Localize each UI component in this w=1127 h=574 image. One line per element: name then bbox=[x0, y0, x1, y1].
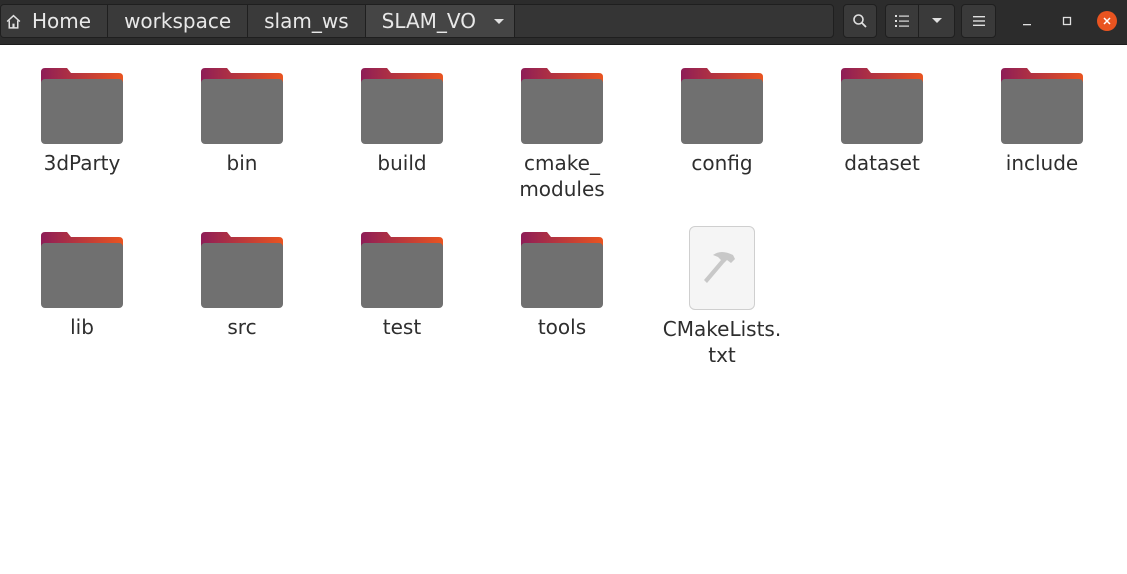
minimize-icon bbox=[1023, 24, 1031, 26]
grid-item-cmake-modules[interactable]: cmake_ modules bbox=[482, 66, 642, 202]
search-icon bbox=[853, 14, 867, 28]
hamburger-menu-icon bbox=[972, 16, 985, 26]
folder-icon bbox=[201, 232, 283, 308]
grid-item-label: 3dParty bbox=[43, 151, 121, 175]
view-toggle-button[interactable] bbox=[885, 4, 919, 38]
folder-icon bbox=[1001, 68, 1083, 144]
minimize-button[interactable] bbox=[1017, 11, 1037, 31]
close-icon bbox=[1103, 17, 1111, 25]
folder-icon bbox=[41, 232, 123, 308]
grid-item-3dparty[interactable]: 3dParty bbox=[2, 66, 162, 176]
grid-item-cmakelists[interactable]: CMakeLists. txt bbox=[642, 226, 802, 368]
grid-item-label: bin bbox=[226, 151, 258, 175]
grid-item-tools[interactable]: tools bbox=[482, 230, 642, 340]
folder-icon bbox=[41, 68, 123, 144]
home-icon bbox=[6, 14, 21, 29]
folder-icon bbox=[681, 68, 763, 144]
main-menu-button[interactable] bbox=[961, 4, 996, 38]
grid-item-label: test bbox=[382, 315, 422, 339]
grid-item-build[interactable]: build bbox=[322, 66, 482, 176]
search-button[interactable] bbox=[843, 4, 877, 38]
grid-item-label: lib bbox=[70, 315, 94, 339]
grid-item-config[interactable]: config bbox=[642, 66, 802, 176]
breadcrumb-workspace-label: workspace bbox=[124, 9, 232, 33]
folder-icon bbox=[201, 68, 283, 144]
breadcrumb-slam-vo-label: SLAM_VO bbox=[381, 9, 476, 33]
close-button[interactable] bbox=[1097, 11, 1117, 31]
grid-item-test[interactable]: test bbox=[322, 230, 482, 340]
maximize-button[interactable] bbox=[1057, 11, 1077, 31]
grid-item-label: dataset bbox=[844, 151, 920, 175]
grid-item-dataset[interactable]: dataset bbox=[802, 66, 962, 176]
chevron-down-icon[interactable] bbox=[493, 18, 504, 24]
grid-item-label: tools bbox=[537, 315, 587, 339]
breadcrumb-slam-ws[interactable]: slam_ws bbox=[248, 5, 366, 37]
grid-item-label: cmake_ modules bbox=[519, 151, 605, 201]
grid-item-lib[interactable]: lib bbox=[2, 230, 162, 340]
folder-icon bbox=[521, 68, 603, 144]
list-view-icon bbox=[895, 15, 909, 27]
grid-item-bin[interactable]: bin bbox=[162, 66, 322, 176]
grid-item-label: src bbox=[227, 315, 257, 339]
breadcrumb-home[interactable]: Home bbox=[1, 5, 109, 37]
text-file-icon bbox=[689, 226, 755, 310]
view-options-button[interactable] bbox=[918, 4, 955, 38]
folder-icon bbox=[521, 232, 603, 308]
folder-icon bbox=[361, 68, 443, 144]
breadcrumb-home-label: Home bbox=[32, 9, 92, 33]
grid-item-label: config bbox=[691, 151, 753, 175]
grid-item-include[interactable]: include bbox=[962, 66, 1122, 176]
grid-item-label: build bbox=[377, 151, 427, 175]
hammer-icon bbox=[704, 252, 735, 283]
grid-item-label: CMakeLists. txt bbox=[662, 317, 782, 367]
breadcrumb-workspace[interactable]: workspace bbox=[108, 5, 249, 37]
grid-item-label: include bbox=[1005, 151, 1079, 175]
breadcrumb: Home workspace slam_ws SLAM_VO bbox=[0, 4, 834, 38]
maximize-icon bbox=[1062, 16, 1072, 26]
folder-icon bbox=[841, 68, 923, 144]
breadcrumb-slam-vo[interactable]: SLAM_VO bbox=[365, 5, 515, 37]
header-bar: Home workspace slam_ws SLAM_VO bbox=[0, 0, 1127, 45]
chevron-down-icon bbox=[931, 18, 942, 23]
breadcrumb-slam-ws-label: slam_ws bbox=[264, 9, 349, 33]
folder-icon bbox=[361, 232, 443, 308]
grid-item-src[interactable]: src bbox=[162, 230, 322, 340]
